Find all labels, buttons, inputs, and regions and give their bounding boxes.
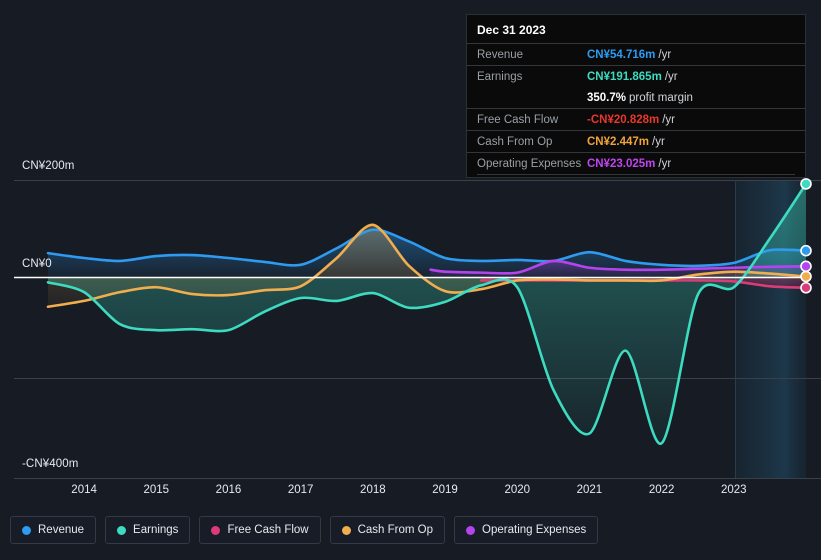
legend-item-revenue[interactable]: Revenue xyxy=(10,516,97,544)
legend-item-label: Revenue xyxy=(38,524,85,536)
tooltip-row: 350.7% profit margin xyxy=(467,87,805,108)
legend-color-dot xyxy=(22,525,31,535)
tooltip-row: Earnings CN¥191.865m/yr xyxy=(467,65,805,87)
y-axis-label-minus400m: -CN¥400m xyxy=(22,458,79,470)
legend-item-operating-expenses[interactable]: Operating Expenses xyxy=(454,516,599,544)
marker-free-cash-flow[interactable] xyxy=(800,281,812,294)
x-axis-label-2022: 2022 xyxy=(648,484,675,496)
chart-legend: Revenue Earnings Free Cash Flow Cash From O… xyxy=(10,516,599,544)
x-axis-label-2023: 2023 xyxy=(721,484,747,496)
legend-color-dot xyxy=(341,525,351,535)
legend-color-dot xyxy=(466,525,476,535)
legend-item-free-cash-flow[interactable]: Free Cash Flow xyxy=(199,516,321,544)
tooltip-row-unit: /yr xyxy=(664,70,678,83)
tooltip-row-value: 350.7% xyxy=(587,91,627,104)
data-tooltip: Dec 31 2023 Revenue CN¥54.716m/yr Earnings… xyxy=(466,14,806,178)
tooltip-row-value: -CN¥20.828m xyxy=(587,113,660,126)
legend-color-dot xyxy=(211,525,221,535)
tooltip-row: Free Cash Flow -CN¥20.828m/yr xyxy=(467,108,805,130)
x-axis-label-2017: 2017 xyxy=(287,484,314,496)
tooltip-row: Cash From Op CN¥2.447m/yr xyxy=(467,130,805,152)
x-axis-label-2021: 2021 xyxy=(576,484,603,496)
legend-item-label: Operating Expenses xyxy=(482,524,587,536)
legend-item-label: Earnings xyxy=(133,524,179,536)
x-axis-label-2016: 2016 xyxy=(215,484,242,496)
x-axis-label-2019: 2019 xyxy=(432,484,458,496)
tooltip-row-label: Earnings xyxy=(477,70,523,83)
tooltip-row-label: Cash From Op xyxy=(477,135,553,148)
legend-item-label: Cash From Op xyxy=(357,524,434,536)
tooltip-row-unit: /yr xyxy=(662,113,676,126)
y-axis-label-200m: CN¥200m xyxy=(22,160,75,172)
y-axis-label-zero: CN¥0 xyxy=(22,258,52,270)
marker-cash-from-op[interactable] xyxy=(800,270,812,283)
x-axis-label-2018: 2018 xyxy=(360,484,386,496)
tooltip-row-unit: profit margin xyxy=(629,91,693,104)
x-axis-label-2015: 2015 xyxy=(143,484,170,496)
financial-chart-page: CN¥200m CN¥0 -CN¥400m 2014 2015 2016 2017 20… xyxy=(0,0,821,560)
tooltip-bottom-rule xyxy=(477,174,795,175)
tooltip-row-label: Free Cash Flow xyxy=(477,113,559,126)
legend-item-earnings[interactable]: Earnings xyxy=(105,516,191,544)
tooltip-row-value: CN¥2.447m xyxy=(587,135,650,148)
tooltip-row-unit: /yr xyxy=(658,48,672,61)
marker-operating-expenses[interactable] xyxy=(800,260,812,273)
x-axis-label-2020: 2020 xyxy=(504,484,531,496)
tooltip-row-value: CN¥23.025m xyxy=(587,157,656,170)
tooltip-rows: Revenue CN¥54.716m/yr Earnings CN¥191.865m /… xyxy=(467,43,805,174)
legend-item-label: Free Cash Flow xyxy=(227,524,309,536)
tooltip-row-label: Operating Expenses xyxy=(477,157,582,170)
tooltip-row-unit: /yr xyxy=(658,157,672,170)
tooltip-row: Operating Expenses CN¥23.025m/yr xyxy=(467,152,805,174)
legend-item-cash-from-op[interactable]: Cash From Op xyxy=(329,516,446,544)
tooltip-date: Dec 31 2023 xyxy=(477,23,546,37)
tooltip-row-value: CN¥191.865m xyxy=(587,70,662,83)
tooltip-row-unit: /yr xyxy=(652,135,665,148)
tooltip-row-value: CN¥54.716m xyxy=(587,48,656,61)
legend-color-dot xyxy=(117,525,127,535)
tooltip-row: Revenue CN¥54.716m/yr xyxy=(467,43,805,65)
marker-revenue[interactable] xyxy=(800,244,812,257)
x-axis-label-2014: 2014 xyxy=(71,484,97,496)
marker-earnings[interactable] xyxy=(800,178,812,190)
tooltip-row-label: Revenue xyxy=(477,48,524,61)
